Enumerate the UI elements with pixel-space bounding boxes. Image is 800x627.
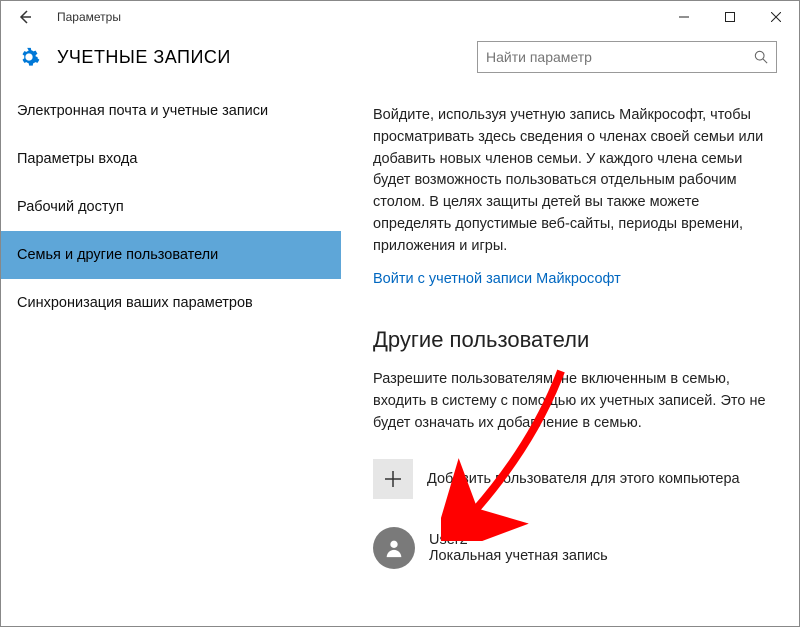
- titlebar: Параметры: [1, 1, 799, 33]
- sidebar-item-label: Электронная почта и учетные записи: [17, 103, 268, 119]
- sidebar-item-family-other-users[interactable]: Семья и другие пользователи: [1, 231, 341, 279]
- search-box[interactable]: [477, 41, 777, 73]
- arrow-left-icon: [17, 9, 33, 25]
- signin-microsoft-link[interactable]: Войти с учетной записи Майкрософт: [373, 271, 621, 287]
- main-content: Войдите, используя учетную запись Майкро…: [341, 81, 799, 626]
- user-name: User2: [429, 532, 608, 548]
- sidebar-item-email-accounts[interactable]: Электронная почта и учетные записи: [1, 87, 341, 135]
- minimize-button[interactable]: [661, 1, 707, 33]
- maximize-button[interactable]: [707, 1, 753, 33]
- user-info: User2 Локальная учетная запись: [429, 532, 608, 564]
- page-title: УЧЕТНЫЕ ЗАПИСИ: [57, 47, 231, 68]
- add-user-label: Добавить пользователя для этого компьюте…: [427, 471, 740, 487]
- back-button[interactable]: [9, 1, 41, 33]
- other-users-heading: Другие пользователи: [373, 327, 767, 353]
- close-button[interactable]: [753, 1, 799, 33]
- user-avatar-icon: [373, 527, 415, 569]
- sidebar-item-work-access[interactable]: Рабочий доступ: [1, 183, 341, 231]
- window-title: Параметры: [57, 10, 121, 24]
- search-input[interactable]: [486, 49, 754, 65]
- sidebar: Электронная почта и учетные записи Парам…: [1, 81, 341, 626]
- family-intro-text: Войдите, используя учетную запись Майкро…: [373, 105, 767, 257]
- header: УЧЕТНЫЕ ЗАПИСИ: [1, 33, 799, 81]
- user-account-row[interactable]: User2 Локальная учетная запись: [373, 527, 767, 569]
- sidebar-item-signin-options[interactable]: Параметры входа: [1, 135, 341, 183]
- search-icon: [754, 50, 768, 64]
- sidebar-item-sync-settings[interactable]: Синхронизация ваших параметров: [1, 279, 341, 327]
- sidebar-item-label: Параметры входа: [17, 151, 137, 167]
- sidebar-item-label: Синхронизация ваших параметров: [17, 295, 253, 311]
- gear-icon: [17, 45, 41, 69]
- close-icon: [771, 12, 781, 22]
- user-account-type: Локальная учетная запись: [429, 548, 608, 564]
- sidebar-item-label: Рабочий доступ: [17, 199, 124, 215]
- maximize-icon: [725, 12, 735, 22]
- minimize-icon: [679, 12, 689, 22]
- plus-icon: [373, 459, 413, 499]
- sidebar-item-label: Семья и другие пользователи: [17, 247, 218, 263]
- other-users-text: Разрешите пользователям, не включенным в…: [373, 369, 767, 434]
- add-user-button[interactable]: Добавить пользователя для этого компьюте…: [373, 459, 767, 499]
